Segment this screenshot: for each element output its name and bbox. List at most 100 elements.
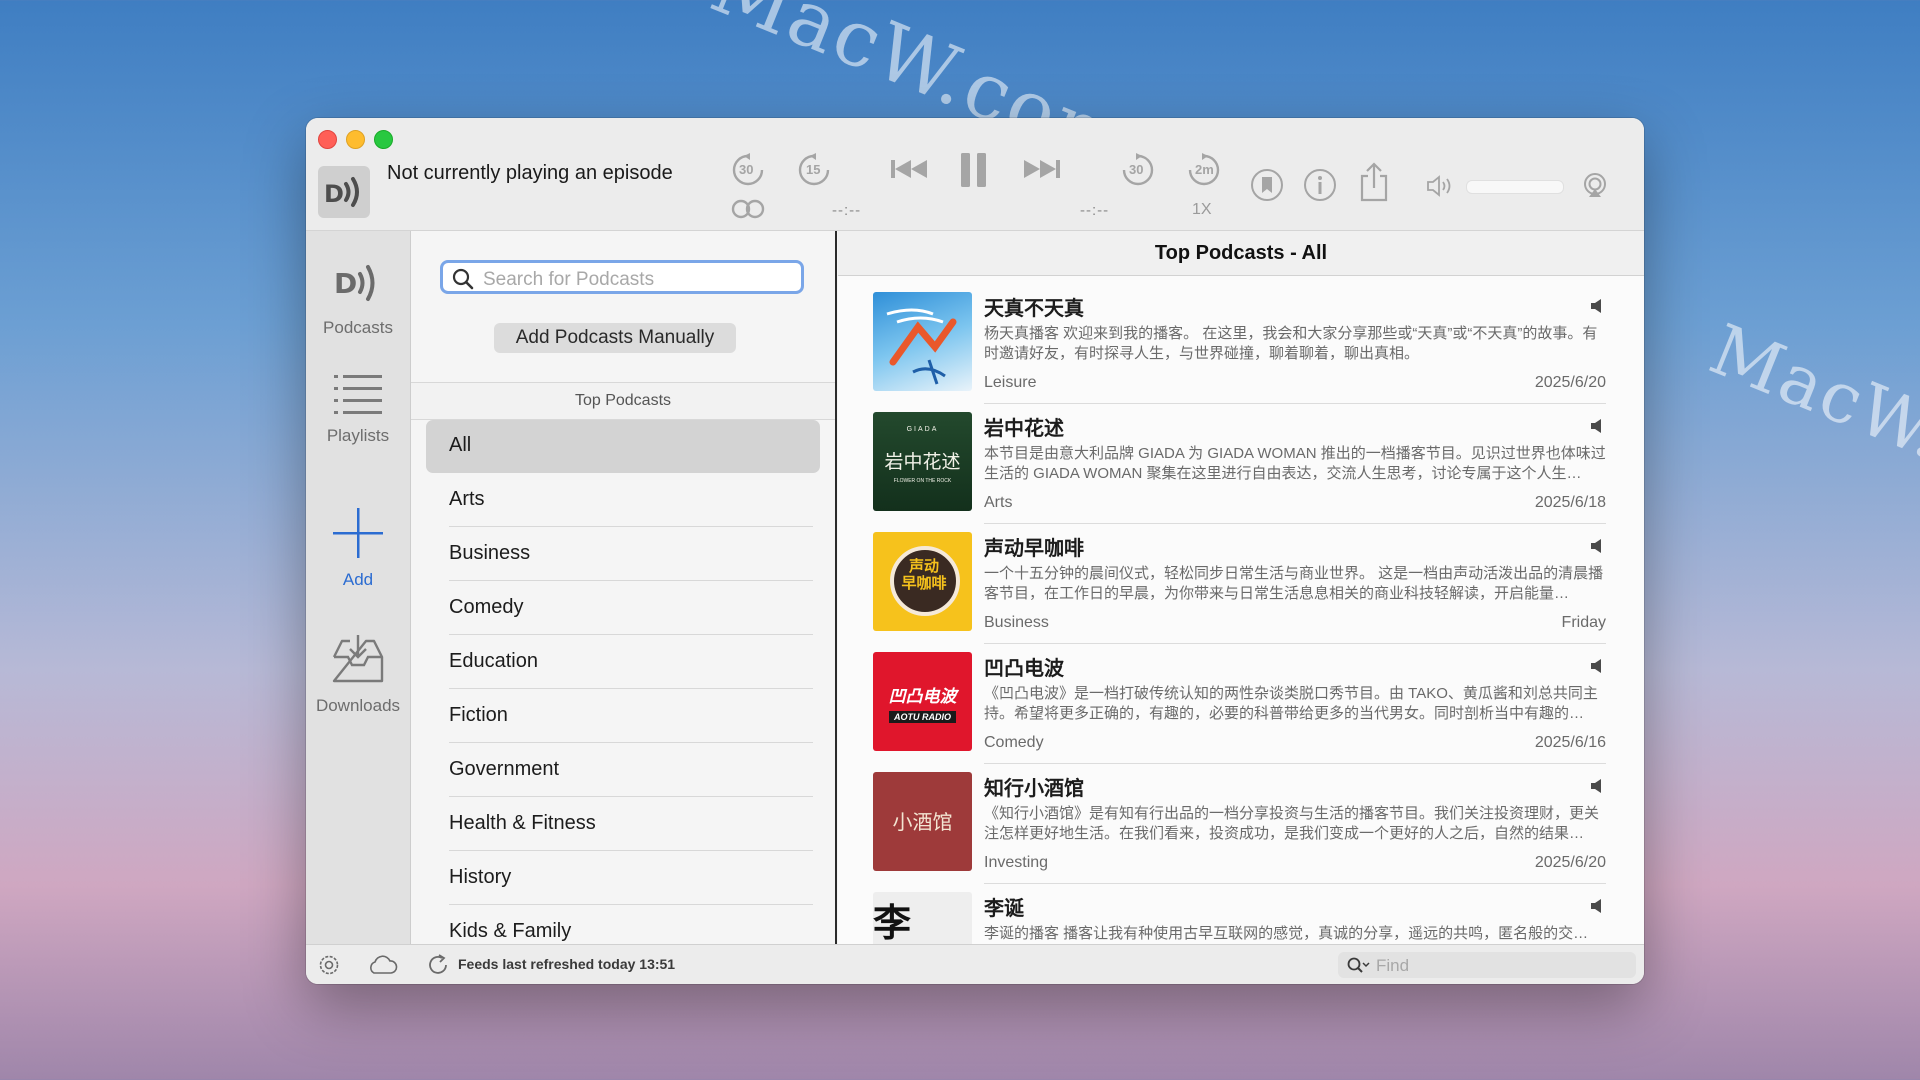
settings-gear-icon[interactable] xyxy=(318,954,340,976)
category-label: Health & Fitness xyxy=(449,812,596,834)
podcast-genre: Comedy xyxy=(984,734,1044,751)
podcast-date: 2025/6/16 xyxy=(1534,734,1606,751)
podcast-date: 2025/6/18 xyxy=(1534,494,1606,511)
category-item-business[interactable]: Business xyxy=(411,527,835,581)
app-logo-icon: D xyxy=(318,166,370,218)
skip-back-30-button[interactable]: 30 xyxy=(730,152,766,188)
podcast-artwork: GIADA 岩中花述 FLOWER ON THE ROCK xyxy=(873,412,972,511)
refresh-icon[interactable] xyxy=(426,953,450,977)
add-icon xyxy=(333,508,383,558)
speaker-icon xyxy=(1591,299,1601,313)
nav-add-label: Add xyxy=(342,570,374,589)
speaker-icon xyxy=(1591,419,1601,433)
category-item-education[interactable]: Education xyxy=(411,635,835,689)
artwork-title-text: 小酒馆 xyxy=(892,810,953,834)
next-episode-button[interactable] xyxy=(1022,158,1062,180)
elapsed-time: --:-- xyxy=(832,202,862,219)
category-item-fiction[interactable]: Fiction xyxy=(411,689,835,743)
category-item-government[interactable]: Government xyxy=(411,743,835,797)
podcast-title: 凹凸电波 xyxy=(984,658,1064,680)
close-window-button[interactable] xyxy=(318,130,337,149)
podcast-description: 《凹凸电波》是一档打破传统认知的两性杂谈类脱口秀节目。由 TAKO、黄瓜酱和刘总… xyxy=(984,685,1598,722)
skip-forward-30-button[interactable]: 30 xyxy=(1120,152,1156,188)
category-label: Education xyxy=(449,650,538,672)
share-button[interactable] xyxy=(1358,162,1390,202)
category-label: Business xyxy=(449,542,531,564)
add-podcasts-manually-button[interactable]: Add Podcasts Manually xyxy=(494,323,736,353)
feeds-refresh-status: Feeds last refreshed today 13:51 xyxy=(458,956,676,972)
loop-icon xyxy=(731,199,765,219)
sidebar-nav: D Podcasts Playlists Add Downloads xyxy=(306,231,411,944)
category-label: All xyxy=(449,434,472,456)
podcast-description: 一个十五分钟的晨间仪式，轻松同步日常生活与商业世界。 这是一档由声动活泼出品的清… xyxy=(984,565,1604,602)
podcast-date: 2025/6/20 xyxy=(1534,374,1606,391)
watermark: MacW.com xyxy=(1699,308,1920,534)
search-icon xyxy=(452,268,474,290)
podcast-genre: Arts xyxy=(984,494,1013,511)
podcast-row[interactable]: 李 李诞 李诞的播客 播客让我有种使用古早互联网的感觉，真诚的分享，遥远的共鸣，… xyxy=(838,884,1644,944)
artwork-title-text: 声动 早咖啡 xyxy=(901,558,947,592)
artwork-title-text: 凹凸电波 xyxy=(888,687,957,706)
nav-playlists[interactable]: Playlists xyxy=(306,371,410,446)
episode-info-button[interactable] xyxy=(1303,168,1337,202)
podcast-artwork xyxy=(873,292,972,391)
find-placeholder: Find xyxy=(1376,956,1410,975)
previous-episode-button[interactable] xyxy=(889,158,929,180)
podcast-title: 知行小酒馆 xyxy=(984,778,1084,800)
cloud-sync-icon[interactable] xyxy=(366,955,398,975)
speaker-icon xyxy=(1591,779,1601,793)
artwork-brand-text: GIADA xyxy=(906,426,939,433)
podcast-row[interactable]: 天真不天真 杨天真播客 欢迎来到我的播客。 在这里，我会和大家分享那些或“天真”… xyxy=(838,284,1644,404)
volume-slider[interactable] xyxy=(1466,180,1564,194)
pause-button[interactable] xyxy=(959,152,989,188)
loop-button[interactable] xyxy=(730,198,766,220)
podcast-title: 岩中花述 xyxy=(984,418,1064,440)
category-item-arts[interactable]: Arts xyxy=(411,473,835,527)
remaining-time: --:-- xyxy=(1080,202,1110,219)
category-label: Comedy xyxy=(449,596,524,618)
player-toolbar: D Not currently playing an episode 30 15… xyxy=(306,118,1644,231)
category-item-comedy[interactable]: Comedy xyxy=(411,581,835,635)
podcast-description: 本节目是由意大利品牌 GIADA 为 GIADA WOMAN 推出的一档播客节目… xyxy=(984,445,1606,482)
minimize-window-button[interactable] xyxy=(346,130,365,149)
podcast-date: 2025/6/20 xyxy=(1534,854,1606,871)
podcast-artwork: 声动 早咖啡 xyxy=(873,532,972,631)
bookmark-button[interactable] xyxy=(1250,168,1284,202)
category-item-kids-family[interactable]: Kids & Family xyxy=(411,905,835,944)
nav-podcasts[interactable]: D Podcasts xyxy=(306,257,410,338)
artwork-title-text: 岩中花述 xyxy=(884,451,961,473)
podcast-search-input[interactable]: Search for Podcasts xyxy=(440,260,804,294)
airplay-button[interactable] xyxy=(1582,172,1608,198)
speaker-icon xyxy=(1591,539,1601,553)
zoom-window-button[interactable] xyxy=(374,130,393,149)
podcasts-icon: D xyxy=(334,265,375,301)
app-window: D Not currently playing an episode 30 15… xyxy=(306,118,1644,984)
playback-speed-button[interactable]: 1X xyxy=(1192,201,1212,219)
skip-back-15-button[interactable]: 15 xyxy=(796,152,832,188)
now-playing-status: Not currently playing an episode xyxy=(387,162,673,184)
info-icon xyxy=(1304,169,1336,201)
podcast-artwork: 李 xyxy=(873,892,972,944)
podcast-row[interactable]: GIADA 岩中花述 FLOWER ON THE ROCK 岩中花述 本节目是由… xyxy=(838,404,1644,524)
category-item-health-fitness[interactable]: Health & Fitness xyxy=(411,797,835,851)
top-podcasts-section-header: Top Podcasts xyxy=(411,382,835,420)
find-input[interactable]: Find xyxy=(1338,952,1636,978)
speaker-icon xyxy=(1591,659,1601,673)
nav-add[interactable]: Add xyxy=(306,507,410,590)
nav-downloads[interactable]: Downloads xyxy=(306,633,410,716)
podcast-genre: Business xyxy=(984,614,1049,631)
share-icon xyxy=(1360,162,1388,202)
podcast-row[interactable]: 凹凸电波 AOTU RADIO 凹凸电波 《凹凸电波》是一档打破传统认知的两性杂… xyxy=(838,644,1644,764)
category-list: All Arts Business Comedy Education Ficti… xyxy=(411,419,835,944)
podcast-row[interactable]: 小酒馆 知行小酒馆 《知行小酒馆》是有知有行出品的一档分享投资与生活的播客节目。… xyxy=(838,764,1644,884)
search-placeholder: Search for Podcasts xyxy=(483,269,655,290)
previous-icon xyxy=(891,160,927,178)
podcast-row[interactable]: 声动 早咖啡 声动早咖啡 一个十五分钟的晨间仪式，轻松同步日常生活与商业世界。 … xyxy=(838,524,1644,644)
category-item-all[interactable]: All xyxy=(411,419,835,473)
downloads-icon xyxy=(332,635,384,683)
nav-podcasts-label: Podcasts xyxy=(323,318,393,337)
category-item-history[interactable]: History xyxy=(411,851,835,905)
podcast-title: 天真不天真 xyxy=(984,298,1084,320)
skip-forward-2m-button[interactable]: 2m xyxy=(1186,152,1222,188)
podcast-title: 声动早咖啡 xyxy=(984,538,1084,560)
